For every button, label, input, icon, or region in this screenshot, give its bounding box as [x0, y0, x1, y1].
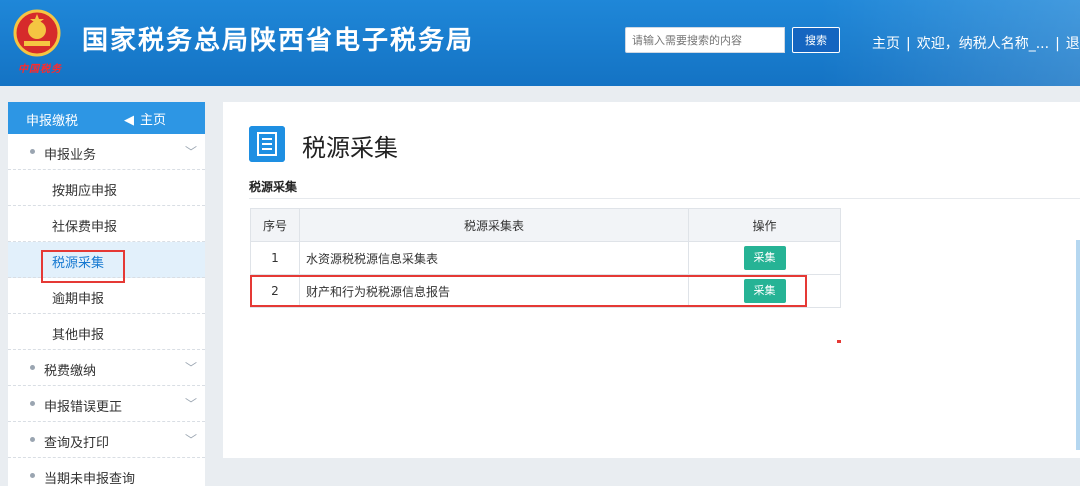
sidebar-item-label: 逾期申报 [52, 292, 105, 307]
bullet-icon [30, 473, 35, 478]
logout-link[interactable]: 退 [1066, 36, 1080, 52]
column-header-form: 税源采集表 [299, 208, 689, 242]
table-header-row: 序号 税源采集表 操作 [250, 208, 841, 242]
chevron-down-icon: ﹀ [185, 397, 198, 411]
sidebar-item-label: 申报业务 [44, 148, 97, 163]
sidebar-home-label: 主页 [140, 113, 167, 128]
collect-button[interactable]: 采集 [743, 246, 786, 270]
search-button[interactable]: 搜索 [792, 27, 840, 53]
welcome-user-link[interactable]: 欢迎，纳税人名称_... [917, 36, 1049, 52]
chevron-down-icon: ﹀ [185, 145, 198, 159]
table-row: 1 水资源税税源信息采集表 采集 [250, 241, 841, 275]
right-edge-strip [1076, 240, 1080, 450]
sidebar-item-periodic-declaration[interactable]: 按期应申报 [8, 170, 205, 206]
bullet-icon [30, 401, 35, 406]
red-mark [837, 340, 841, 343]
column-header-action: 操作 [688, 208, 841, 242]
highlight-annotation-box [250, 275, 807, 307]
sidebar-header: 申报缴税 ◀ 主页 [8, 102, 205, 134]
sidebar-group-tax-payment[interactable]: 税费缴纳 ﹀ [8, 350, 205, 386]
search-input[interactable] [625, 27, 785, 53]
document-icon [249, 126, 285, 162]
sidebar-item-label: 申报错误更正 [44, 400, 123, 415]
bullet-icon [30, 365, 35, 370]
divider [249, 198, 1080, 199]
chevron-down-icon: ﹀ [185, 433, 198, 447]
bullet-icon [30, 149, 35, 154]
row-action-cell: 采集 [688, 241, 841, 275]
section-title: 税源采集 [249, 180, 298, 194]
column-header-index: 序号 [250, 208, 300, 242]
sidebar-item-label: 税费缴纳 [44, 364, 97, 379]
back-arrow-icon: ◀ [124, 113, 134, 128]
chevron-down-icon: ﹀ [185, 361, 198, 375]
sidebar-group-undeclared-query[interactable]: 当期未申报查询 [8, 458, 205, 486]
sidebar-title: 申报缴税 [26, 114, 79, 129]
sidebar: 申报缴税 ◀ 主页 申报业务 ﹀ 按期应申报 社保费申报 税源采集 逾期申报 其他… [8, 102, 205, 486]
top-links: 主页 | 欢迎，纳税人名称_... | 退 [872, 33, 1080, 53]
sidebar-home-link[interactable]: ◀ 主页 [124, 109, 166, 128]
main-panel: 税源采集 税源采集 序号 税源采集表 操作 1 水资源税税源信息采集表 采集 2… [223, 102, 1080, 458]
sidebar-item-label: 其他申报 [52, 328, 105, 343]
sidebar-item-label: 社保费申报 [52, 220, 118, 235]
highlight-annotation-box [41, 250, 125, 283]
link-separator: | [906, 36, 911, 52]
sidebar-item-other-declaration[interactable]: 其他申报 [8, 314, 205, 350]
national-emblem-icon [13, 9, 61, 57]
bullet-icon [30, 437, 35, 442]
sidebar-item-label: 查询及打印 [44, 436, 110, 451]
sidebar-group-query-print[interactable]: 查询及打印 ﹀ [8, 422, 205, 458]
emblem-script-text: 中国税务 [18, 64, 62, 75]
sidebar-group-declaration[interactable]: 申报业务 ﹀ [8, 134, 205, 170]
sidebar-item-label: 按期应申报 [52, 184, 118, 199]
sidebar-item-overdue-declaration[interactable]: 逾期申报 [8, 278, 205, 314]
link-separator: | [1055, 36, 1060, 52]
sidebar-group-correction[interactable]: 申报错误更正 ﹀ [8, 386, 205, 422]
top-header: 中国税务 国家税务总局陕西省电子税务局 搜索 主页 | 欢迎，纳税人名称_... | 退 [0, 0, 1080, 86]
home-link[interactable]: 主页 [872, 36, 900, 52]
page-title: 税源采集 [302, 134, 398, 162]
site-title: 国家税务总局陕西省电子税务局 [82, 26, 475, 56]
sidebar-item-social-insurance[interactable]: 社保费申报 [8, 206, 205, 242]
row-form-name: 水资源税税源信息采集表 [299, 241, 689, 275]
sidebar-item-label: 当期未申报查询 [44, 472, 136, 486]
row-index: 1 [250, 241, 300, 275]
